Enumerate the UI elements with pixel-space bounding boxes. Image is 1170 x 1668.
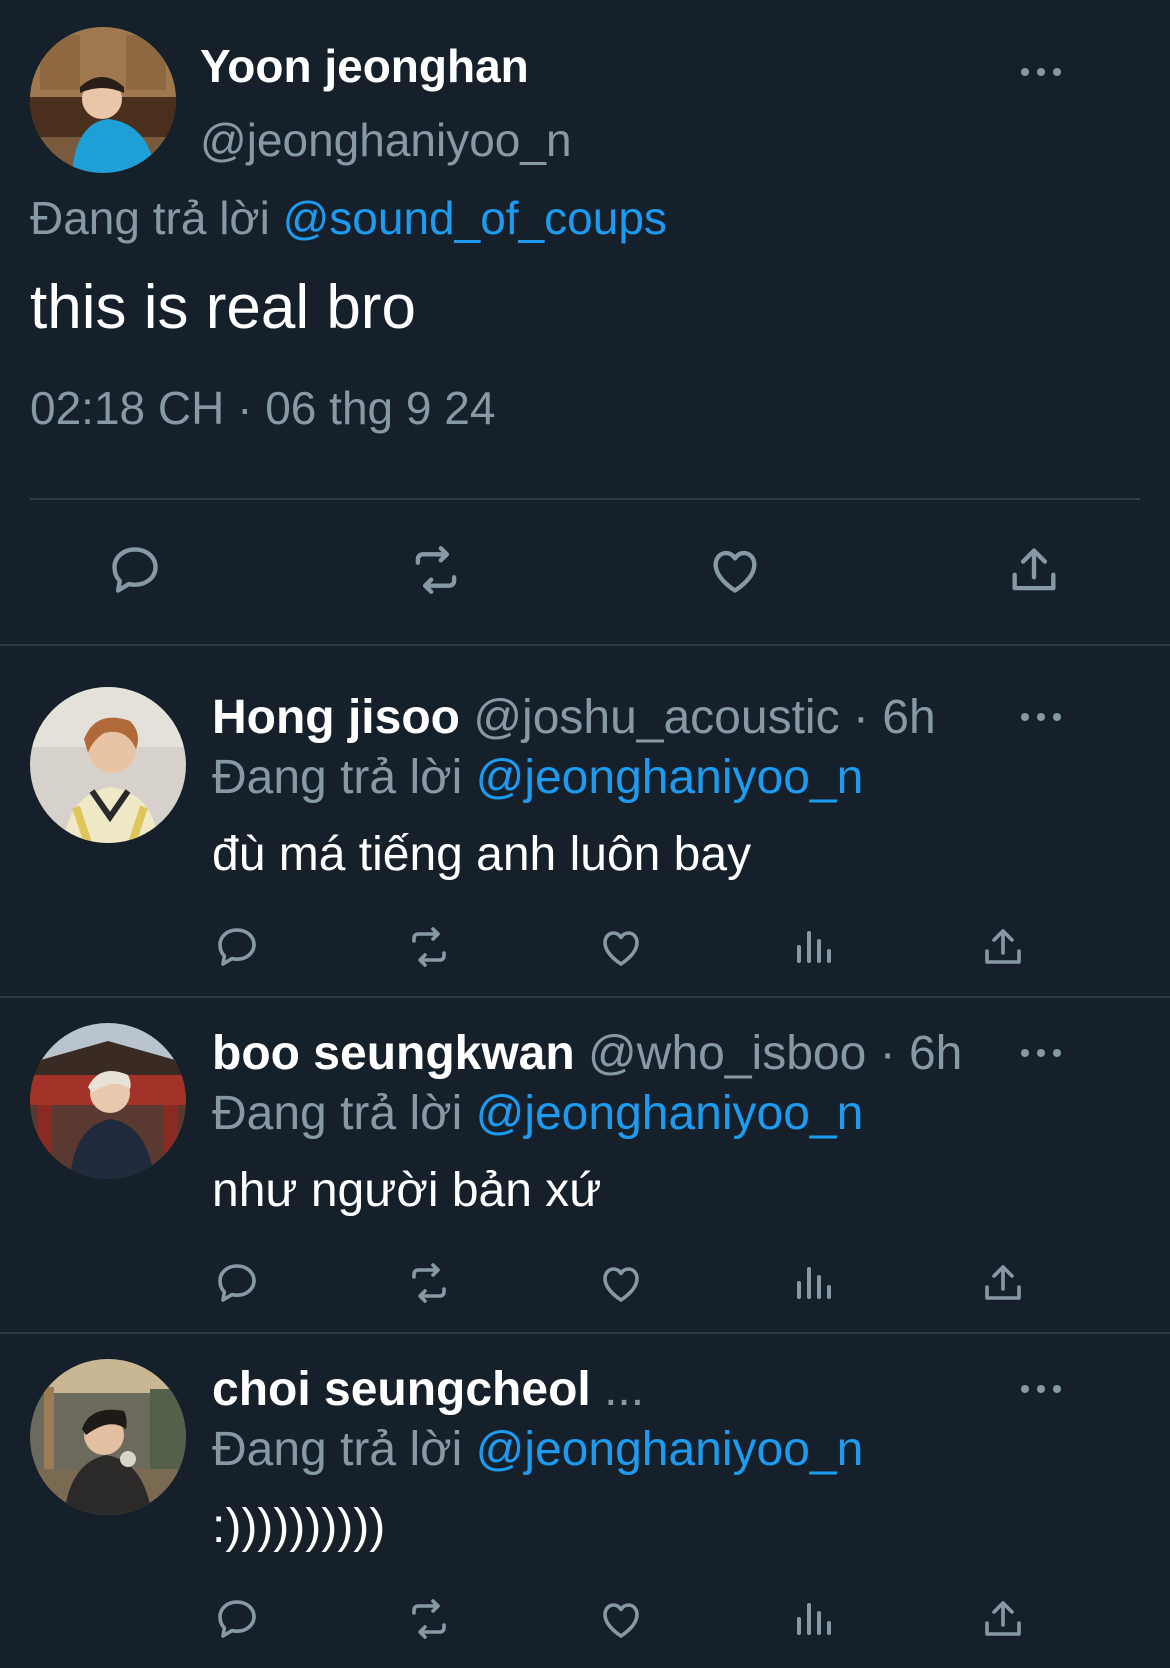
analytics-icon[interactable] xyxy=(788,922,838,972)
reply-mention-link[interactable]: @jeonghaniyoo_n xyxy=(476,751,864,804)
retweet-icon[interactable] xyxy=(402,922,456,972)
retweet-icon[interactable] xyxy=(402,1594,456,1644)
avatar[interactable] xyxy=(30,687,186,843)
comment-icon[interactable] xyxy=(212,922,262,972)
reply-prefix: Đang trả lời xyxy=(212,1087,463,1140)
analytics-icon[interactable] xyxy=(788,1594,838,1644)
reply-header: choi seungcheol ... xyxy=(212,1362,644,1418)
reply-mention-link[interactable]: @jeonghaniyoo_n xyxy=(476,1087,864,1140)
like-icon[interactable] xyxy=(596,922,646,972)
reply-mention-link[interactable]: @sound_of_coups xyxy=(283,192,667,244)
tweet-time[interactable]: · 6h xyxy=(880,1027,963,1080)
tweet-text: :)))))))))) xyxy=(212,1500,386,1553)
tweet-text: như người bản xứ xyxy=(212,1164,602,1217)
reply-context: Đang trả lời @jeonghaniyoo_n xyxy=(212,1086,863,1142)
tweet-timestamp[interactable]: 02:18 CH · 06 thg 9 24 xyxy=(30,380,495,436)
author-handle[interactable]: @joshu_acoustic xyxy=(473,691,839,744)
like-icon[interactable] xyxy=(596,1594,646,1644)
author-name[interactable]: Yoon jeonghan xyxy=(200,38,529,94)
divider xyxy=(0,996,1170,998)
tweet-text: đù má tiếng anh luôn bay xyxy=(212,828,752,881)
reply-context: Đang trả lời @jeonghaniyoo_n xyxy=(212,750,863,806)
author-name[interactable]: boo seungkwan xyxy=(212,1027,575,1080)
reply-mention-link[interactable]: @jeonghaniyoo_n xyxy=(476,1423,864,1476)
avatar[interactable] xyxy=(30,1359,186,1515)
author-handle[interactable]: @jeonghaniyoo_n xyxy=(200,112,572,168)
divider xyxy=(0,1332,1170,1334)
reply-header: Hong jisoo @joshu_acoustic · 6h xyxy=(212,690,936,746)
share-icon[interactable] xyxy=(978,1258,1028,1308)
reply-header: boo seungkwan @who_isboo · 6h xyxy=(212,1026,962,1082)
more-options-icon[interactable] xyxy=(1021,707,1061,727)
author-handle[interactable]: @who_isboo xyxy=(588,1027,866,1080)
name-truncation: ... xyxy=(604,1363,645,1416)
share-icon[interactable] xyxy=(978,922,1028,972)
share-icon[interactable] xyxy=(978,1594,1028,1644)
more-options-icon[interactable] xyxy=(1021,1043,1061,1063)
more-options-icon[interactable] xyxy=(1021,62,1061,82)
comment-icon[interactable] xyxy=(212,1258,262,1308)
comment-icon[interactable] xyxy=(105,540,165,600)
comment-icon[interactable] xyxy=(212,1594,262,1644)
more-options-icon[interactable] xyxy=(1021,1379,1061,1399)
reply-prefix: Đang trả lời xyxy=(212,751,463,804)
reply-prefix: Đang trả lời xyxy=(30,192,270,244)
retweet-icon[interactable] xyxy=(404,540,468,600)
avatar[interactable] xyxy=(30,27,176,173)
analytics-icon[interactable] xyxy=(788,1258,838,1308)
retweet-icon[interactable] xyxy=(402,1258,456,1308)
author-name[interactable]: Hong jisoo xyxy=(212,691,460,744)
like-icon[interactable] xyxy=(705,540,765,600)
avatar[interactable] xyxy=(30,1023,186,1179)
tweet-time[interactable]: · 6h xyxy=(853,691,936,744)
share-icon[interactable] xyxy=(1004,540,1064,600)
reply-prefix: Đang trả lời xyxy=(212,1423,463,1476)
author-name[interactable]: choi seungcheol xyxy=(212,1363,591,1416)
reply-context: Đang trả lời @jeonghaniyoo_n xyxy=(212,1422,863,1478)
reply-context: Đang trả lời @sound_of_coups xyxy=(30,190,667,246)
divider xyxy=(30,498,1140,500)
like-icon[interactable] xyxy=(596,1258,646,1308)
divider xyxy=(0,644,1170,646)
tweet-text: this is real bro xyxy=(30,273,416,342)
